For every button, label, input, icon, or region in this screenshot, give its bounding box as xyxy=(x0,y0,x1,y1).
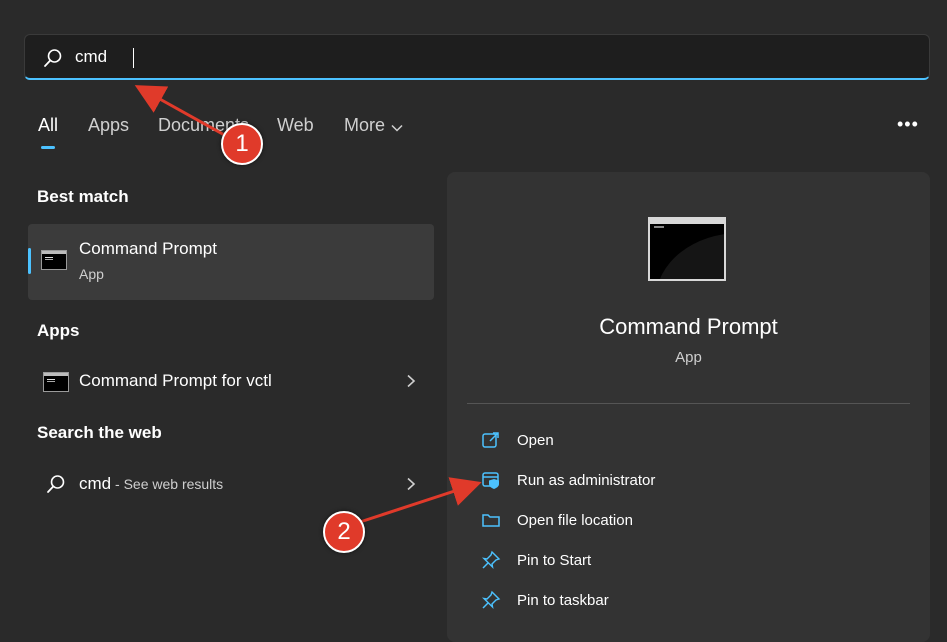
text-caret xyxy=(133,48,134,68)
web-result-item[interactable]: cmd - See web results xyxy=(28,465,434,505)
best-match-title: Command Prompt xyxy=(79,239,217,258)
pin-to-taskbar-action[interactable]: Pin to taskbar xyxy=(481,586,901,616)
app-result-item[interactable]: Command Prompt for vctl xyxy=(28,362,434,402)
best-match-heading: Best match xyxy=(37,187,129,206)
search-icon xyxy=(43,48,63,68)
apps-heading: Apps xyxy=(37,321,80,340)
pin-icon xyxy=(481,550,501,570)
app-result-label: Command Prompt for vctl xyxy=(79,371,272,390)
detail-subtitle: App xyxy=(675,349,702,366)
filter-tabs: All Apps Documents Web More xyxy=(0,115,947,149)
tab-web[interactable]: Web xyxy=(277,115,314,136)
divider xyxy=(467,403,910,404)
run-as-administrator-action[interactable]: Run as administrator xyxy=(481,466,901,496)
selection-indicator xyxy=(28,248,31,274)
pin-to-taskbar-label: Pin to taskbar xyxy=(517,592,609,609)
search-input[interactable] xyxy=(75,44,875,70)
pin-to-start-label: Pin to Start xyxy=(517,552,592,569)
open-file-location-label: Open file location xyxy=(517,512,633,529)
tab-more-label: More xyxy=(344,115,386,135)
web-query: cmd xyxy=(79,474,112,493)
web-hint: - See web results xyxy=(111,476,224,492)
pin-icon xyxy=(481,590,501,610)
best-match-subtitle: App xyxy=(79,266,104,282)
tab-apps[interactable]: Apps xyxy=(88,115,129,136)
tab-all[interactable]: All xyxy=(38,115,58,136)
search-icon xyxy=(46,474,66,499)
annotation-badge-2: 2 xyxy=(323,511,365,553)
web-heading: Search the web xyxy=(37,423,162,442)
active-tab-indicator xyxy=(41,146,55,149)
open-action[interactable]: Open xyxy=(481,426,901,456)
detail-title: Command Prompt xyxy=(599,314,778,339)
command-prompt-large-icon xyxy=(648,217,726,281)
pin-to-start-action[interactable]: Pin to Start xyxy=(481,546,901,576)
open-icon xyxy=(481,430,501,450)
open-file-location-action[interactable]: Open file location xyxy=(481,506,901,536)
run-as-admin-label: Run as administrator xyxy=(517,472,656,489)
web-result-label: cmd - See web results xyxy=(79,474,223,494)
detail-pane: Command Prompt App Open Run as administr… xyxy=(447,172,930,642)
command-prompt-icon xyxy=(43,372,69,392)
best-match-item[interactable]: Command Prompt App xyxy=(28,224,434,300)
tab-more[interactable]: More xyxy=(344,115,403,137)
folder-icon xyxy=(481,510,501,530)
run-as-admin-icon xyxy=(481,470,501,490)
chevron-down-icon xyxy=(391,116,403,137)
command-prompt-icon xyxy=(41,250,67,270)
open-label: Open xyxy=(517,432,554,449)
search-box[interactable] xyxy=(24,34,930,80)
annotation-badge-1: 1 xyxy=(221,123,263,165)
more-options-icon[interactable]: ••• xyxy=(897,114,919,135)
chevron-right-icon[interactable] xyxy=(406,374,416,393)
chevron-right-icon[interactable] xyxy=(406,477,416,496)
